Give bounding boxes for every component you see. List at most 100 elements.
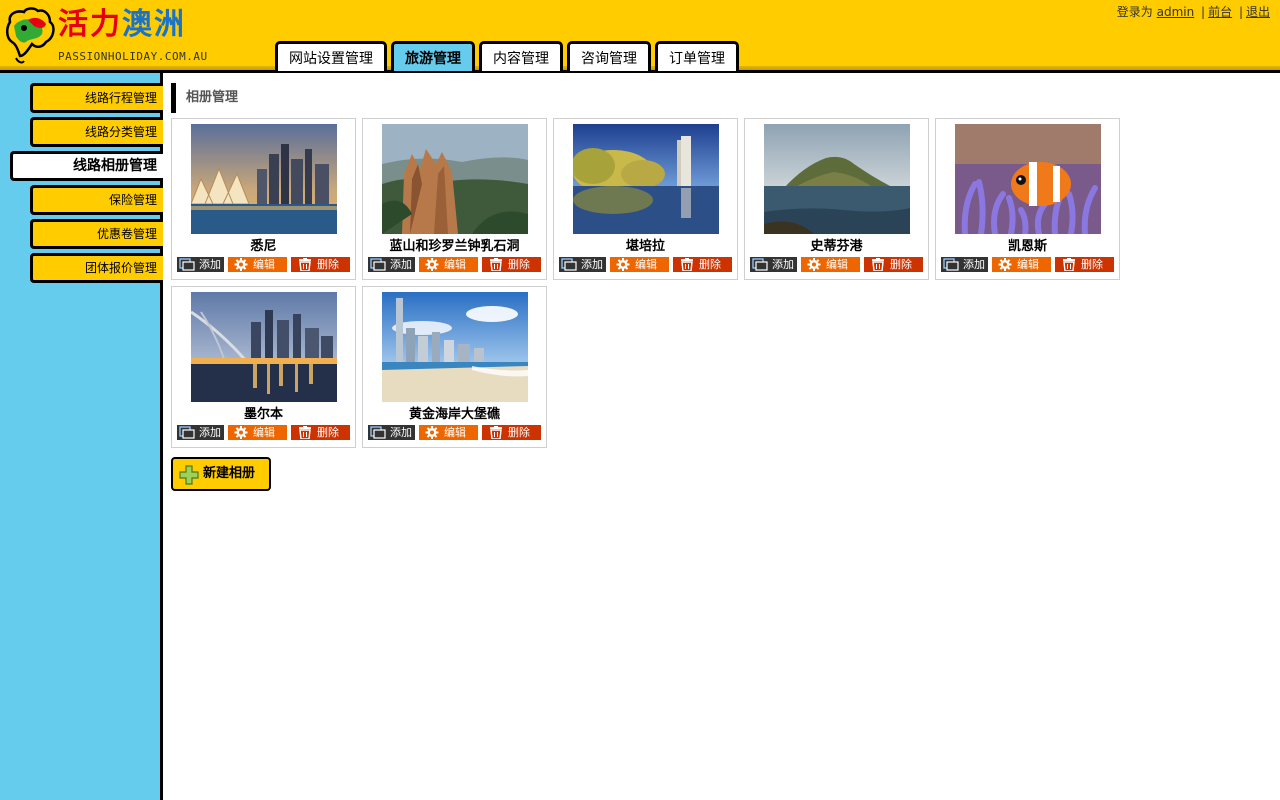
- album-thumbnail-gold-coast[interactable]: [382, 292, 528, 402]
- album-thumbnail-cairns[interactable]: [955, 124, 1101, 234]
- add-photo-button[interactable]: 添加: [177, 257, 224, 272]
- sidebar-item-coupon[interactable]: 优惠卷管理: [30, 219, 163, 249]
- album-thumbnail-canberra[interactable]: [573, 124, 719, 234]
- album-actions: 添加 编辑 删除: [941, 257, 1114, 272]
- login-as-label: 登录为: [1116, 5, 1153, 19]
- delete-album-button[interactable]: 删除: [673, 257, 732, 272]
- sidebar-item-route-category[interactable]: 线路分类管理: [30, 117, 163, 147]
- edit-album-button[interactable]: 编辑: [228, 257, 287, 272]
- album-thumbnail-blue-mountains[interactable]: [382, 124, 528, 234]
- album-thumbnail-melbourne[interactable]: [191, 292, 337, 402]
- frontend-link[interactable]: 前台: [1208, 5, 1232, 19]
- separator: |: [1201, 5, 1206, 19]
- album-card: 墨尔本 添加 编辑 删除: [171, 286, 356, 448]
- delete-album-button[interactable]: 删除: [291, 425, 350, 440]
- add-photo-icon: [370, 258, 386, 271]
- add-photo-button[interactable]: 添加: [941, 257, 988, 272]
- add-photo-icon: [370, 426, 386, 439]
- delete-album-button[interactable]: 删除: [291, 257, 350, 272]
- album-thumbnail-port-stephens[interactable]: [764, 124, 910, 234]
- tab-site-settings[interactable]: 网站设置管理: [275, 41, 387, 71]
- album-name: 蓝山和珍罗兰钟乳石洞: [389, 239, 520, 254]
- add-photo-icon: [943, 258, 959, 271]
- trash-icon: [297, 426, 313, 440]
- album-card: 史蒂芬港 添加 编辑 删除: [744, 118, 929, 280]
- logo-domain-text: PASSIONHOLIDAY.COM.AU: [58, 50, 208, 63]
- add-photo-button[interactable]: 添加: [368, 425, 415, 440]
- album-actions: 添加 编辑 删除: [559, 257, 732, 272]
- gear-icon: [997, 258, 1013, 271]
- tab-inquiry-management[interactable]: 咨询管理: [567, 41, 651, 71]
- album-actions: 添加 编辑 删除: [177, 425, 350, 440]
- add-photo-button[interactable]: 添加: [368, 257, 415, 272]
- trash-icon: [297, 258, 313, 272]
- edit-album-button[interactable]: 编辑: [419, 425, 478, 440]
- trash-icon: [488, 426, 504, 440]
- trash-icon: [1061, 258, 1077, 272]
- logo-chinese-text: 活力澳洲: [58, 7, 186, 42]
- user-bar: 登录为 admin | 前台 | 退出: [1117, 3, 1270, 20]
- trash-icon: [488, 258, 504, 272]
- album-name: 史蒂芬港: [810, 239, 863, 254]
- gear-icon: [424, 258, 440, 271]
- album-card: 黄金海岸大堡礁 添加 编辑 删除: [362, 286, 547, 448]
- trash-icon: [870, 258, 886, 272]
- delete-album-button[interactable]: 删除: [482, 257, 541, 272]
- album-actions: 添加 编辑 删除: [750, 257, 923, 272]
- album-card: 堪培拉 添加 编辑 删除: [553, 118, 738, 280]
- album-thumbnail-sydney[interactable]: [191, 124, 337, 234]
- gear-icon: [806, 258, 822, 271]
- album-name: 凯恩斯: [1007, 239, 1047, 254]
- sidebar-item-insurance[interactable]: 保险管理: [30, 185, 163, 215]
- delete-album-button[interactable]: 删除: [1055, 257, 1114, 272]
- album-actions: 添加 编辑 删除: [368, 257, 541, 272]
- album-name: 黄金海岸大堡礁: [408, 407, 500, 422]
- delete-album-button[interactable]: 删除: [482, 425, 541, 440]
- album-card: 凯恩斯 添加 编辑 删除: [935, 118, 1120, 280]
- album-actions: 添加 编辑 删除: [368, 425, 541, 440]
- add-photo-button[interactable]: 添加: [177, 425, 224, 440]
- add-photo-button[interactable]: 添加: [559, 257, 606, 272]
- logout-link[interactable]: 退出: [1246, 5, 1270, 19]
- top-nav: 网站设置管理 旅游管理 内容管理 咨询管理 订单管理: [275, 41, 739, 71]
- album-grid: 悉尼 添加 编辑 删除 蓝山和珍罗兰钟乳石洞 添加 编辑 删除 堪培拉 添加 编…: [171, 118, 1121, 448]
- plus-icon: [179, 465, 199, 485]
- edit-album-button[interactable]: 编辑: [801, 257, 860, 272]
- add-photo-icon: [752, 258, 768, 271]
- delete-album-button[interactable]: 删除: [864, 257, 923, 272]
- album-card: 悉尼 添加 编辑 删除: [171, 118, 356, 280]
- album-name: 堪培拉: [625, 239, 665, 254]
- album-card: 蓝山和珍罗兰钟乳石洞 添加 编辑 删除: [362, 118, 547, 280]
- sidebar-item-route-album[interactable]: 线路相册管理: [10, 151, 163, 181]
- top-header: 活力澳洲 PASSIONHOLIDAY.COM.AU 网站设置管理 旅游管理 内…: [0, 0, 1280, 73]
- tab-order-management[interactable]: 订单管理: [655, 41, 739, 71]
- tab-content-management[interactable]: 内容管理: [479, 41, 563, 71]
- edit-album-button[interactable]: 编辑: [992, 257, 1051, 272]
- gear-icon: [424, 426, 440, 439]
- sidebar-item-route-itinerary[interactable]: 线路行程管理: [30, 83, 163, 113]
- trash-icon: [679, 258, 695, 272]
- album-name: 墨尔本: [243, 407, 283, 422]
- gear-icon: [233, 258, 249, 271]
- username-link[interactable]: admin: [1157, 5, 1195, 19]
- album-name: 悉尼: [250, 239, 277, 254]
- add-photo-icon: [561, 258, 577, 271]
- gear-icon: [233, 426, 249, 439]
- add-photo-icon: [179, 426, 195, 439]
- add-photo-button[interactable]: 添加: [750, 257, 797, 272]
- new-album-label: 新建相册: [203, 466, 256, 481]
- gear-icon: [615, 258, 631, 271]
- australia-map-logo-icon: [6, 7, 55, 64]
- sidebar-item-group-quote[interactable]: 团体报价管理: [30, 253, 163, 283]
- edit-album-button[interactable]: 编辑: [228, 425, 287, 440]
- edit-album-button[interactable]: 编辑: [610, 257, 669, 272]
- tab-travel-management[interactable]: 旅游管理: [391, 41, 475, 71]
- separator: |: [1238, 5, 1243, 19]
- site-logo[interactable]: 活力澳洲 PASSIONHOLIDAY.COM.AU: [4, 4, 210, 66]
- page-title: 相册管理: [171, 83, 238, 113]
- new-album-button[interactable]: 新建相册: [171, 457, 271, 491]
- add-photo-icon: [179, 258, 195, 271]
- album-actions: 添加 编辑 删除: [177, 257, 350, 272]
- main-content: 相册管理 悉尼 添加 编辑 删除 蓝山和珍罗兰钟乳石洞 添加 编辑 删除 堪培拉…: [163, 73, 1280, 800]
- edit-album-button[interactable]: 编辑: [419, 257, 478, 272]
